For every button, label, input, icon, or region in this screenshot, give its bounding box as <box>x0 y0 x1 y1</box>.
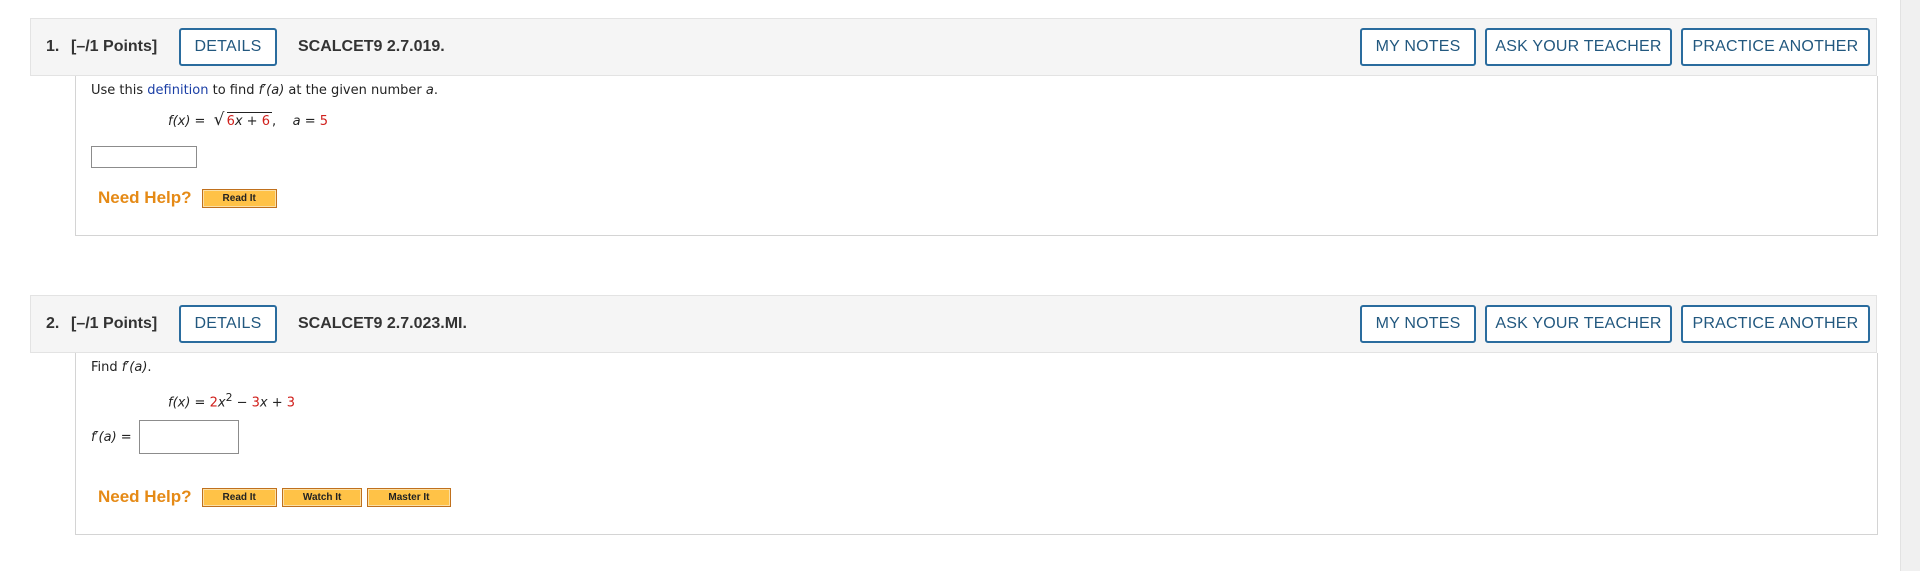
question-prompt: Use this definition to find f′(a) at the… <box>91 83 438 98</box>
page-scrollbar[interactable] <box>1900 0 1920 571</box>
details-button[interactable]: DETAILS <box>179 28 277 66</box>
answer-input[interactable] <box>91 146 197 168</box>
practice-another-button[interactable]: PRACTICE ANOTHER <box>1681 28 1870 66</box>
question-2: 2. [–/1 Points] DETAILS SCALCET9 2.7.023… <box>30 295 1878 535</box>
function-formula: f(x) = 2x2 − 3x + 3 <box>168 391 295 410</box>
prompt-text: Use this <box>91 83 148 98</box>
master-it-button[interactable]: Master It <box>367 487 451 507</box>
question-body: Find f′(a). f(x) = 2x2 − 3x + 3 f′(a) = … <box>75 353 1878 535</box>
watch-it-button[interactable]: Watch It <box>281 487 363 507</box>
radicand-variable: x + <box>234 114 262 129</box>
definition-link[interactable]: definition <box>147 83 208 98</box>
question-points: [–/1 Points] <box>71 38 158 55</box>
radical-sign-icon: √ <box>213 110 225 130</box>
ask-your-teacher-button[interactable]: ASK YOUR TEACHER <box>1485 28 1672 66</box>
formula-lhs: f(x) = <box>168 114 210 129</box>
a-label: a = <box>292 114 320 129</box>
minus-sign: − <box>232 395 252 411</box>
prompt-text: at the given number <box>284 83 426 98</box>
square-root: √ 6x + 6 <box>214 110 272 130</box>
a-value: 5 <box>319 114 329 129</box>
radicand-constant: 6 <box>261 114 270 129</box>
prompt-text: . <box>147 360 152 375</box>
practice-another-button[interactable]: PRACTICE ANOTHER <box>1681 305 1870 343</box>
need-help-row: Need Help? Read It Watch It Master It <box>98 487 456 507</box>
prompt-fprime: f′(a) <box>258 83 285 98</box>
variable-x: x <box>217 395 226 411</box>
question-1: 1. [–/1 Points] DETAILS SCALCET9 2.7.019… <box>30 18 1878 236</box>
formula-lhs: f(x) = <box>168 395 210 411</box>
coefficient-1: 2 <box>209 395 218 411</box>
answer-label: f′(a) = <box>91 430 132 445</box>
coefficient-2: 3 <box>251 395 260 411</box>
prompt-fprime: f′(a) <box>121 360 148 375</box>
my-notes-button[interactable]: MY NOTES <box>1360 305 1476 343</box>
constant-term: 3 <box>286 395 296 411</box>
question-header: 2. [–/1 Points] DETAILS SCALCET9 2.7.023… <box>30 295 1877 353</box>
question-prompt: Find f′(a). <box>91 360 152 375</box>
answer-label-text: f′(a) = <box>91 430 132 445</box>
ask-your-teacher-button[interactable]: ASK YOUR TEACHER <box>1485 305 1672 343</box>
variable-x: x + <box>259 395 287 411</box>
question-points: [–/1 Points] <box>71 315 158 332</box>
function-formula: f(x) = √ 6x + 6, a = 5 <box>168 110 329 130</box>
question-body: Use this definition to find f′(a) at the… <box>75 76 1878 236</box>
question-code: SCALCET9 2.7.019. <box>298 38 445 55</box>
question-number: 2. <box>46 315 60 332</box>
details-button[interactable]: DETAILS <box>179 305 277 343</box>
need-help-label: Need Help? <box>98 487 192 506</box>
prompt-text: . <box>433 83 438 98</box>
my-notes-button[interactable]: MY NOTES <box>1360 28 1476 66</box>
answer-input[interactable] <box>139 420 239 454</box>
question-header: 1. [–/1 Points] DETAILS SCALCET9 2.7.019… <box>30 18 1877 76</box>
prompt-var: a <box>425 83 434 98</box>
need-help-label: Need Help? <box>98 188 192 207</box>
radicand-coefficient: 6 <box>226 114 235 129</box>
need-help-row: Need Help? Read It <box>98 188 282 208</box>
read-it-button[interactable]: Read It <box>201 188 277 208</box>
radicand: 6x + 6 <box>226 112 272 129</box>
prompt-text: to find <box>208 83 259 98</box>
prompt-text: Find <box>91 360 122 375</box>
read-it-button[interactable]: Read It <box>201 487 277 507</box>
formula-comma: , <box>272 114 277 129</box>
question-number: 1. <box>46 38 60 55</box>
question-code: SCALCET9 2.7.023.MI. <box>298 315 467 332</box>
